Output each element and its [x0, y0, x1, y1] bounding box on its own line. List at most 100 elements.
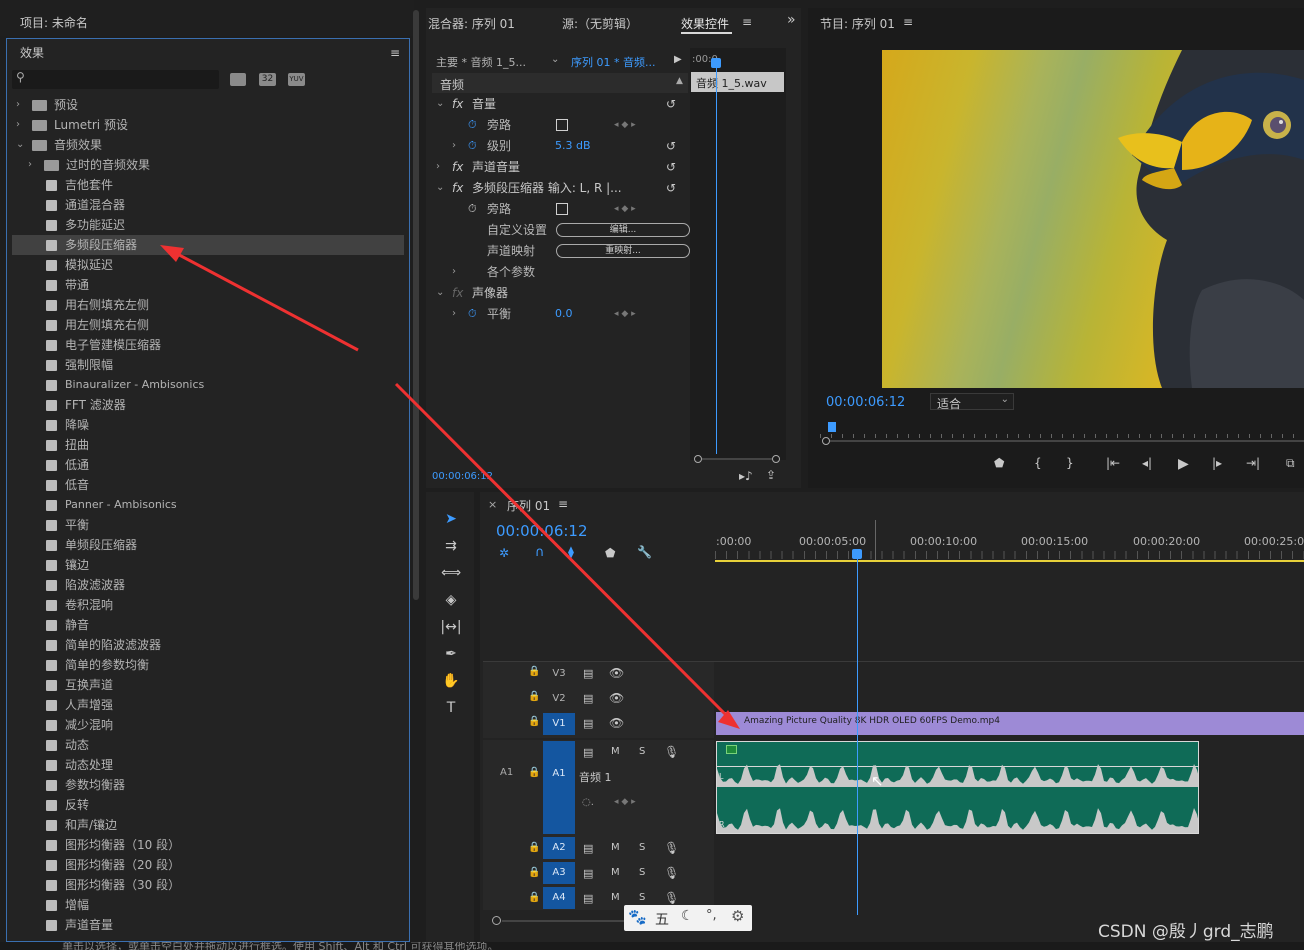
lock-icon[interactable]: 🔒	[528, 867, 540, 878]
timeline-timecode[interactable]: 00:00:06:12	[496, 522, 588, 540]
stopwatch-icon[interactable]: ⏱	[468, 199, 477, 219]
program-monitor-title[interactable]: 节目: 序列 01	[820, 15, 895, 32]
add-marker-icon[interactable]: ⬟	[994, 456, 1004, 470]
sync-lock-icon[interactable]: ▤	[583, 867, 593, 880]
tab-overflow-icon[interactable]: »	[787, 12, 796, 28]
tab-audio-mixer[interactable]: 混合器: 序列 01	[428, 15, 515, 32]
lock-icon[interactable]: 🔒	[528, 842, 540, 853]
microphone-icon[interactable]: 🎙	[664, 841, 679, 855]
ec-zoom-scroll[interactable]	[694, 455, 780, 463]
eye-icon[interactable]: 👁	[609, 716, 624, 730]
effects-item[interactable]: 互换声道	[12, 675, 404, 695]
sequence-clip-label[interactable]: 序列 01 * 音频...	[571, 54, 655, 70]
hand-tool-icon[interactable]: ✋	[440, 670, 462, 692]
track-target-a2[interactable]: A2	[543, 837, 575, 859]
mute-button[interactable]: M	[611, 867, 620, 878]
effects-item[interactable]: 简单的陷波滤波器	[12, 635, 404, 655]
selection-tool-icon[interactable]: ➤	[440, 508, 462, 530]
tab-effect-controls[interactable]: 效果控件	[681, 15, 729, 32]
track-target-a3[interactable]: A3	[543, 862, 575, 884]
linked-selection-icon[interactable]: ⧫	[568, 545, 574, 559]
reset-icon[interactable]: ↺	[666, 94, 676, 114]
program-menu-icon[interactable]: ≡	[903, 15, 913, 29]
effects-item[interactable]: 增幅	[12, 895, 404, 915]
32bit-filter-icon[interactable]: 32	[259, 73, 276, 86]
bypass-checkbox[interactable]	[556, 203, 568, 215]
effects-item[interactable]: › 预设	[12, 95, 404, 115]
ec-playhead-handle[interactable]	[711, 58, 721, 68]
sync-lock-icon[interactable]: ▤	[583, 746, 593, 759]
pen-tool-icon[interactable]: ✒	[440, 643, 462, 665]
effects-item[interactable]: 图形均衡器（10 段）	[12, 835, 404, 855]
export-frame-icon[interactable]: ⧉	[1286, 456, 1295, 471]
go-to-in-icon[interactable]: |⇤	[1106, 456, 1120, 470]
chevron-right-icon[interactable]: ›	[28, 155, 38, 175]
eye-icon[interactable]: 👁	[609, 666, 624, 680]
microphone-icon[interactable]: 🎙	[664, 891, 679, 905]
nest-icon[interactable]: ✲	[499, 546, 509, 560]
sync-lock-icon[interactable]: ▤	[583, 717, 593, 730]
chevron-right-icon[interactable]: ›	[452, 304, 456, 324]
keyframe-nav-icon[interactable]: ◂ ◆ ▸	[614, 199, 636, 219]
ripple-edit-tool-icon[interactable]: ⟺	[440, 562, 462, 584]
effects-item[interactable]: 和声/镶边	[12, 815, 404, 835]
ime-mode-label[interactable]: 五	[655, 909, 669, 929]
track-target-v1[interactable]: V1	[543, 713, 575, 735]
sync-lock-icon[interactable]: ▤	[583, 842, 593, 855]
keyframe-nav-icon[interactable]: ◂ ◆ ▸	[614, 797, 636, 807]
type-tool-icon[interactable]: T	[440, 697, 462, 719]
effects-item[interactable]: 低通	[12, 455, 404, 475]
keyframe-nav-icon[interactable]: ◂ ◆ ▸	[614, 304, 636, 324]
effects-item[interactable]: 电子管建模压缩器	[12, 335, 404, 355]
effects-item[interactable]: › Lumetri 预设	[12, 115, 404, 135]
chevron-down-icon[interactable]: ⌄	[436, 178, 444, 198]
stopwatch-icon[interactable]: ⏱	[468, 304, 477, 324]
ec-row[interactable]: › ⏱ 级别 5.3 dB ↺	[434, 136, 688, 156]
ec-row[interactable]: ⌄ fx 多频段压缩器 输入: L, R |... ↺	[434, 178, 688, 198]
chevron-down-icon[interactable]: ⌄	[436, 94, 444, 114]
hamburger-icon[interactable]: ≡	[390, 46, 400, 60]
paw-icon[interactable]: 🐾	[628, 908, 647, 926]
fx-icon[interactable]: fx	[452, 283, 463, 303]
effects-item[interactable]: 图形均衡器（30 段）	[12, 875, 404, 895]
ec-row[interactable]: › ⏱ 平衡 0.0 ◂ ◆ ▸	[434, 304, 688, 324]
sync-lock-icon[interactable]: ▤	[583, 892, 593, 905]
timeline-playhead[interactable]	[857, 555, 858, 915]
mute-button[interactable]: M	[611, 892, 620, 903]
effects-item[interactable]: 反转	[12, 795, 404, 815]
program-ruler[interactable]	[820, 424, 1304, 438]
ec-row[interactable]: › 各个参数	[434, 262, 688, 282]
chevron-right-icon[interactable]: ›	[16, 95, 26, 115]
solo-button[interactable]: S	[639, 867, 645, 878]
wrench-icon[interactable]: 🔧	[637, 545, 652, 559]
effects-item[interactable]: 多频段压缩器	[12, 235, 404, 255]
ec-timecode[interactable]: 00:00:06:12	[432, 471, 493, 482]
ec-row[interactable]: 声道映射 重映射...	[434, 241, 690, 261]
video-clip[interactable]: Amazing Picture Quality 8K HDR OLED 60FP…	[716, 712, 1304, 735]
play-icon[interactable]: ▶	[1178, 456, 1189, 472]
effects-item[interactable]: 带通	[12, 275, 404, 295]
ime-toolbar[interactable]: 🐾 五 ☾ °, ⚙	[624, 905, 752, 931]
lock-icon[interactable]: 🔒	[528, 892, 540, 903]
fx-icon[interactable]: fx	[452, 157, 463, 177]
work-area-bar[interactable]	[715, 560, 1304, 562]
chevron-right-icon[interactable]: ›	[452, 262, 456, 282]
effects-item[interactable]: ⌄ 音频效果	[12, 135, 404, 155]
solo-button[interactable]: S	[639, 842, 645, 853]
mark-in-icon[interactable]: {	[1034, 456, 1042, 470]
step-forward-icon[interactable]: |▸	[1212, 456, 1222, 470]
track-target-v3[interactable]: V3	[543, 663, 575, 685]
accelerated-effects-icon[interactable]	[230, 73, 246, 86]
punctuation-icon[interactable]: °,	[706, 908, 717, 923]
gear-icon[interactable]: ⚙	[731, 907, 744, 925]
yuv-filter-icon[interactable]: YUV	[288, 73, 305, 86]
snap-icon[interactable]: ∩	[535, 545, 545, 560]
keyframe-toggle-icon[interactable]: ◌.	[582, 797, 594, 808]
effects-item[interactable]: 扭曲	[12, 435, 404, 455]
effects-item[interactable]: 卷积混响	[12, 595, 404, 615]
master-clip-selector[interactable]: 主要 * 音频 1_5...	[436, 54, 526, 70]
stopwatch-icon[interactable]: ⏱	[468, 136, 477, 156]
lock-icon[interactable]: 🔒	[528, 716, 540, 727]
track-target-a4[interactable]: A4	[543, 887, 575, 909]
chevron-right-icon[interactable]: ›	[452, 136, 456, 156]
